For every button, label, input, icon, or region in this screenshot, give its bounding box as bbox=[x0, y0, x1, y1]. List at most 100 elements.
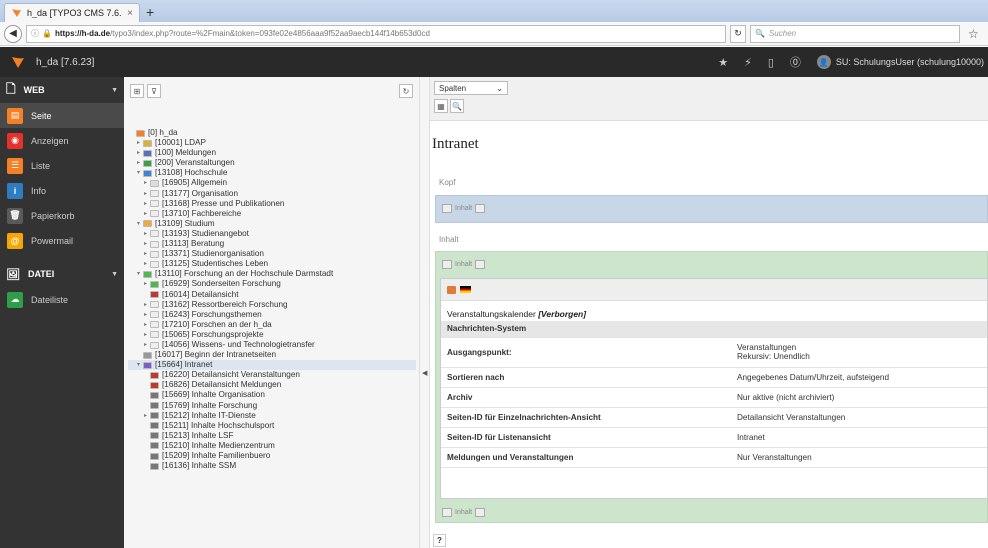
tree-node[interactable]: ▸ [13162] Ressortbereich Forschung bbox=[128, 300, 416, 310]
tree-toggle-icon[interactable]: ▾ bbox=[135, 168, 142, 178]
tree-node-label[interactable]: [13110] Forschung an der Hochschule Darm… bbox=[155, 269, 333, 279]
site-title[interactable]: h_da [7.6.23] bbox=[36, 57, 94, 68]
tree-toggle-icon[interactable]: ▸ bbox=[142, 199, 149, 209]
tree-node[interactable]: ▸ [13371] Studienorganisation bbox=[128, 249, 416, 259]
tree-node[interactable]: ▸ [13125] Studentisches Leben bbox=[128, 259, 416, 269]
page-icon[interactable] bbox=[150, 422, 159, 430]
tree-node-label[interactable]: [15065] Forschungsprojekte bbox=[162, 330, 264, 340]
address-bar[interactable]: ⓘ 🔒 https://h-da.de/typo3/index.php?rout… bbox=[26, 24, 726, 43]
tree-toggle-icon[interactable]: ▸ bbox=[142, 239, 149, 249]
tree-toggle-icon[interactable]: ▸ bbox=[142, 209, 149, 219]
tree-node-label[interactable]: [16220] Detailansicht Veranstaltungen bbox=[162, 370, 300, 380]
tree-node[interactable]: ▸ [17210] Forschen an der h_da bbox=[128, 320, 416, 330]
menu-item-liste[interactable]: ☰ Liste bbox=[0, 153, 124, 178]
collapse-arrow-icon[interactable]: ◀ bbox=[422, 369, 427, 377]
page-icon[interactable] bbox=[150, 200, 159, 208]
browser-tab[interactable]: h_da [TYPO3 CMS 7.6.23] × bbox=[4, 3, 140, 22]
page-icon[interactable] bbox=[150, 321, 159, 329]
tree-node[interactable]: ▸ [14056] Wissens- und Technologietransfe… bbox=[128, 340, 416, 350]
menu-item-seite[interactable]: ▤ Seite bbox=[0, 103, 124, 128]
tree-node[interactable]: ▸ [16905] Allgemein bbox=[128, 178, 416, 188]
tree-node[interactable]: ▸ [13177] Organisation bbox=[128, 189, 416, 199]
tree-node[interactable]: ▸ [15065] Forschungsprojekte bbox=[128, 330, 416, 340]
tree-node[interactable]: ▸ [200] Veranstaltungen bbox=[128, 158, 416, 168]
tree-node-label[interactable]: [16243] Forschungsthemen bbox=[162, 310, 262, 320]
tree-node-label[interactable]: [13125] Studentisches Leben bbox=[162, 259, 268, 269]
browser-search-input[interactable]: 🔍 Suchen bbox=[750, 24, 960, 43]
page-icon[interactable] bbox=[150, 442, 159, 450]
tree-node[interactable]: [16220] Detailansicht Veranstaltungen bbox=[128, 370, 416, 380]
tree-toggle-icon[interactable]: ▸ bbox=[142, 330, 149, 340]
tree-node-label[interactable]: [13108] Hochschule bbox=[155, 168, 227, 178]
tree-node[interactable]: [15213] Inhalte LSF bbox=[128, 431, 416, 441]
page-icon[interactable] bbox=[143, 139, 152, 147]
page-icon[interactable] bbox=[150, 412, 159, 420]
tree-node-label[interactable]: [13113] Beratung bbox=[162, 239, 224, 249]
tree-node[interactable]: ▸ [13113] Beratung bbox=[128, 239, 416, 249]
tree-node[interactable]: ▸ [16243] Forschungsthemen bbox=[128, 310, 416, 320]
tree-toggle-icon[interactable]: ▸ bbox=[142, 259, 149, 269]
reload-icon[interactable]: ↻ bbox=[730, 24, 746, 43]
page-icon[interactable] bbox=[150, 371, 159, 379]
tree-node-label[interactable]: [13371] Studienorganisation bbox=[162, 249, 264, 259]
tree-toggle-icon[interactable]: ▸ bbox=[142, 249, 149, 259]
tree-node[interactable]: [15209] Inhalte Familienbuero bbox=[128, 451, 416, 461]
new-content-button[interactable]: Inhalt bbox=[442, 204, 486, 213]
tree-node[interactable]: [15669] Inhalte Organisation bbox=[128, 390, 416, 400]
page-icon[interactable] bbox=[150, 291, 159, 299]
tab-close-icon[interactable]: × bbox=[127, 8, 133, 19]
tree-node-label[interactable]: [200] Veranstaltungen bbox=[155, 158, 235, 168]
tree-node[interactable]: [16014] Detailansicht bbox=[128, 290, 416, 300]
tree-node-label[interactable]: [16017] Beginn der Intranetseiten bbox=[155, 350, 276, 360]
typo3-logo-icon[interactable] bbox=[0, 55, 36, 69]
page-icon[interactable] bbox=[150, 250, 159, 258]
help-button[interactable]: ? bbox=[433, 534, 446, 547]
new-content-button-bottom[interactable]: Inhalt bbox=[442, 508, 486, 517]
tree-toggle-icon[interactable]: ▸ bbox=[142, 340, 149, 350]
menu-item-info[interactable]: i Info bbox=[0, 178, 124, 203]
tree-toggle-icon[interactable]: ▸ bbox=[142, 189, 149, 199]
tree-toggle-icon[interactable]: ▸ bbox=[142, 229, 149, 239]
tree-node[interactable]: [0] h_da bbox=[128, 128, 416, 138]
new-page-icon[interactable]: ⊞ bbox=[130, 84, 144, 98]
tree-node-label[interactable]: [15211] Inhalte Hochschulsport bbox=[162, 421, 274, 431]
tree-node[interactable]: ▸ [16929] Sonderseiten Forschung bbox=[128, 279, 416, 289]
tree-node-label[interactable]: [10001] LDAP bbox=[155, 138, 206, 148]
tree-node[interactable]: ▸ [100] Meldungen bbox=[128, 148, 416, 158]
page-icon[interactable] bbox=[150, 452, 159, 460]
tree-node-label[interactable]: [13162] Ressortbereich Forschung bbox=[162, 300, 288, 310]
tree-node-label[interactable]: [16826] Detailansicht Meldungen bbox=[162, 380, 281, 390]
new-content-button[interactable]: Inhalt bbox=[442, 260, 486, 269]
page-icon[interactable] bbox=[143, 159, 152, 167]
view-select[interactable]: Spalten ⌄ bbox=[434, 81, 508, 95]
tree-node-label[interactable]: [100] Meldungen bbox=[155, 148, 216, 158]
page-icon[interactable] bbox=[150, 230, 159, 238]
flash-icon[interactable]: ⚡ bbox=[744, 56, 752, 69]
refresh-icon[interactable]: ↻ bbox=[399, 84, 413, 98]
tree-toggle-icon[interactable]: ▸ bbox=[142, 320, 149, 330]
tree-toggle-icon[interactable]: ▸ bbox=[142, 178, 149, 188]
page-icon[interactable] bbox=[136, 129, 145, 137]
page-icon[interactable] bbox=[143, 361, 152, 369]
tree-node-label[interactable]: [13109] Studium bbox=[155, 219, 215, 229]
tree-node[interactable]: ▸ [13710] Fachbereiche bbox=[128, 209, 416, 219]
page-icon[interactable] bbox=[150, 432, 159, 440]
new-record-icon[interactable]: ▦ bbox=[434, 99, 448, 113]
tree-node-label[interactable]: [13193] Studienangebot bbox=[162, 229, 249, 239]
page-icon[interactable] bbox=[150, 190, 159, 198]
page-icon[interactable] bbox=[143, 270, 152, 278]
tree-node-label[interactable]: [17210] Forschen an der h_da bbox=[162, 320, 272, 330]
tree-node[interactable]: [15210] Inhalte Medienzentrum bbox=[128, 441, 416, 451]
menu-group-datei[interactable]: 🖼 DATEI ▼ bbox=[0, 261, 124, 287]
tree-node-label[interactable]: [15664] Intranet bbox=[155, 360, 212, 370]
tree-node-label[interactable]: [16136] Inhalte SSM bbox=[162, 461, 236, 471]
page-icon[interactable] bbox=[150, 260, 159, 268]
panel-splitter[interactable]: ◀ bbox=[420, 77, 430, 548]
page-icon[interactable] bbox=[150, 240, 159, 248]
page-icon[interactable] bbox=[150, 391, 159, 399]
menu-item-anzeigen[interactable]: ◉ Anzeigen bbox=[0, 128, 124, 153]
tree-node-label[interactable]: [16905] Allgemein bbox=[162, 178, 227, 188]
page-icon[interactable] bbox=[143, 220, 152, 228]
content-element[interactable]: Veranstaltungskalender [Verborgen] Nachr… bbox=[440, 278, 988, 499]
tree-node[interactable]: [16136] Inhalte SSM bbox=[128, 461, 416, 471]
